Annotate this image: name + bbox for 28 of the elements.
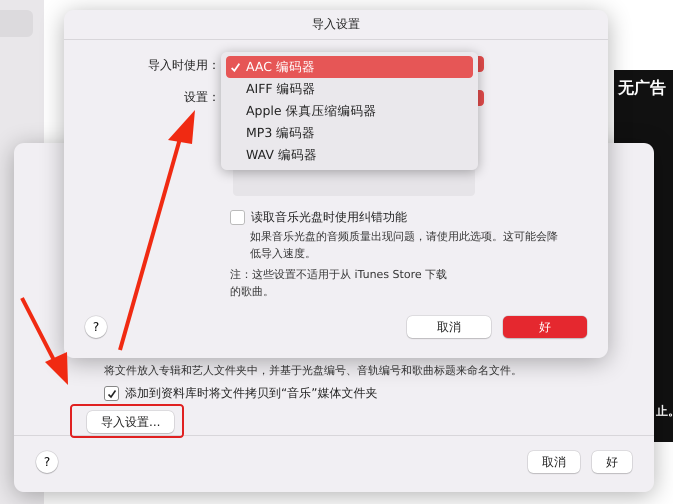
ok-button[interactable]: 好 bbox=[503, 316, 587, 338]
checkbox[interactable] bbox=[230, 210, 245, 225]
menu-item[interactable]: WAV 编码器 bbox=[226, 144, 473, 166]
checkbox-label: 读取音乐光盘时使用纠错功能 bbox=[251, 209, 407, 226]
menu-item[interactable]: MP3 编码器 bbox=[226, 122, 473, 144]
checkmark-icon bbox=[106, 388, 116, 398]
popup-edge bbox=[478, 56, 484, 72]
menu-item[interactable]: AIFF 编码器 bbox=[226, 78, 473, 100]
window-title: 导入设置 bbox=[312, 16, 360, 33]
note-text: 注：这些设置不适用于从 iTunes Store 下载的歌曲。 bbox=[230, 267, 448, 300]
cancel-button[interactable]: 取消 bbox=[407, 316, 491, 338]
help-button[interactable]: ? bbox=[36, 451, 58, 473]
menu-item[interactable]: AAC 编码器 bbox=[226, 56, 473, 78]
checkbox[interactable] bbox=[104, 386, 119, 401]
panel-text: 止。 bbox=[656, 403, 673, 420]
checkmark-icon bbox=[230, 62, 241, 72]
checkbox-label: 添加到资料库时将文件拷贝到“音乐”媒体文件夹 bbox=[125, 385, 378, 402]
field-label: 导入时使用： bbox=[148, 57, 220, 74]
help-button[interactable]: ? bbox=[85, 316, 107, 338]
cancel-button[interactable]: 取消 bbox=[528, 451, 580, 473]
ok-button[interactable]: 好 bbox=[592, 451, 632, 473]
hint-text: 如果音乐光盘的音频质量出现问题，请使用此选项。这可能会降低导入速度。 bbox=[249, 229, 559, 262]
field-label: 设置： bbox=[184, 89, 220, 106]
menu-item[interactable]: Apple 保真压缩编码器 bbox=[226, 100, 473, 122]
panel-text: 无广告 bbox=[618, 78, 666, 99]
popup-edge bbox=[478, 90, 484, 106]
import-settings-button[interactable]: 导入设置... bbox=[87, 411, 174, 433]
description-text: 将文件放入专辑和艺人文件夹中，并基于光盘编号、音轨编号和歌曲标题来命名文件。 bbox=[104, 363, 523, 378]
